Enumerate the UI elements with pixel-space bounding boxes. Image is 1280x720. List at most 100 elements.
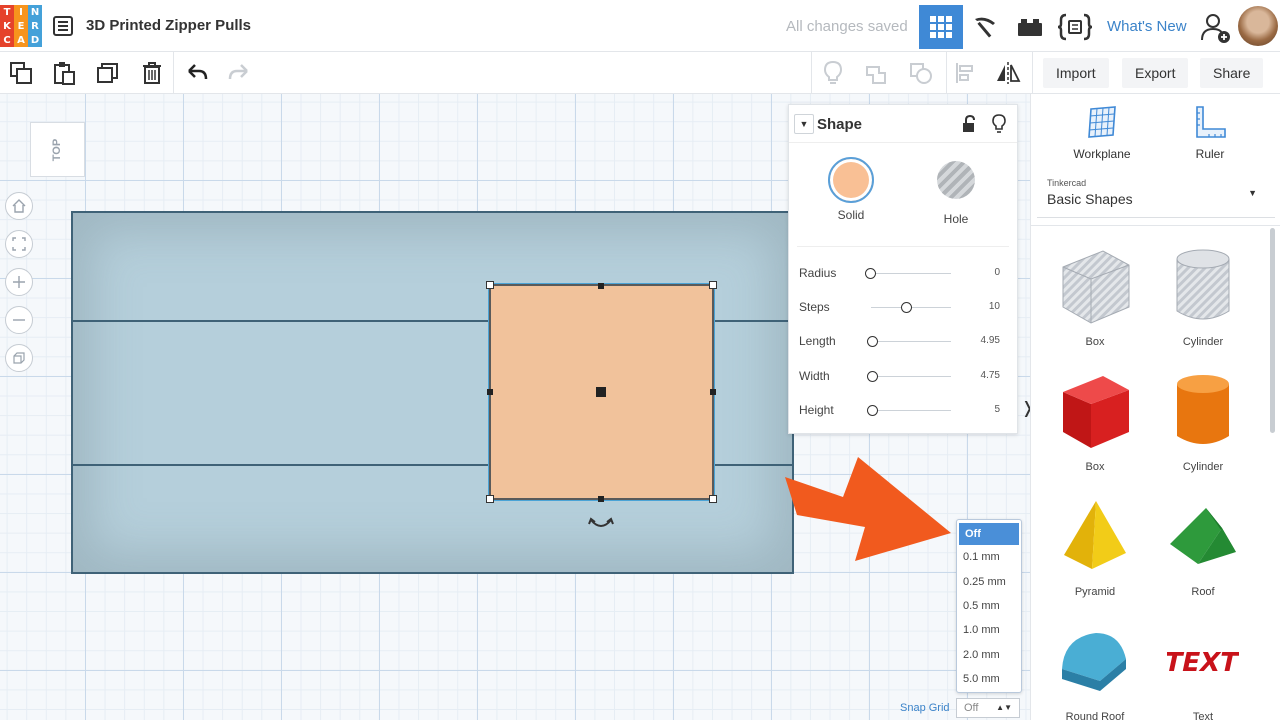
collapse-inspector-button[interactable]: ▼	[794, 114, 814, 134]
view-cube[interactable]: TOP	[30, 122, 85, 177]
designs-list-icon[interactable]	[53, 16, 73, 36]
param-slider-track[interactable]	[871, 341, 951, 342]
user-avatar[interactable]	[1238, 6, 1278, 46]
mirror-button[interactable]	[995, 60, 1021, 86]
rotate-handle[interactable]	[588, 516, 614, 537]
param-height: Height 5	[799, 400, 1004, 420]
resize-handle[interactable]	[486, 495, 494, 503]
design-title[interactable]: 3D Printed Zipper Pulls	[86, 17, 251, 34]
param-slider-knob[interactable]	[866, 336, 878, 347]
snap-grid-option[interactable]: 0.5 mm	[957, 594, 1021, 618]
resize-handle[interactable]	[710, 389, 716, 395]
zoom-out-icon	[13, 319, 25, 321]
param-slider-track[interactable]	[871, 410, 951, 411]
param-label: Height	[799, 403, 834, 417]
snap-grid-option[interactable]: 1.0 mm	[957, 618, 1021, 642]
align-icon	[956, 63, 973, 83]
resize-handle[interactable]	[598, 496, 604, 502]
3d-design-view-button[interactable]	[919, 5, 963, 49]
resize-handle[interactable]	[487, 389, 493, 395]
param-value[interactable]: 10	[989, 301, 1000, 312]
paste-button[interactable]	[51, 60, 77, 86]
redo-icon	[228, 64, 248, 80]
shape-tile-pyramid[interactable]: Pyramid	[1047, 486, 1143, 598]
shape-tile-cylinder-orange[interactable]: Cylinder	[1155, 361, 1251, 473]
shape-library-select[interactable]: Tinkercad Basic Shapes ▼	[1037, 166, 1275, 218]
bricks-view-button[interactable]	[1008, 5, 1052, 49]
export-button[interactable]: Export	[1122, 58, 1189, 88]
zoom-out-button[interactable]	[5, 306, 33, 334]
unlock-icon	[963, 114, 975, 132]
tinkercad-logo[interactable]: TINKERCAD	[0, 5, 42, 47]
resize-handle[interactable]	[598, 283, 604, 289]
zoom-in-button[interactable]	[5, 268, 33, 296]
resize-handle[interactable]	[709, 495, 717, 503]
share-button[interactable]: Share	[1200, 58, 1264, 88]
param-label: Steps	[799, 300, 830, 314]
shape-tile-box-red[interactable]: Box	[1047, 361, 1143, 473]
param-value[interactable]: 5	[994, 404, 1000, 415]
param-slider-track[interactable]	[871, 376, 951, 377]
shape-tile-text[interactable]: TEXT Text	[1155, 611, 1251, 720]
param-slider-knob[interactable]	[866, 371, 878, 382]
param-slider-track[interactable]	[871, 273, 951, 274]
param-value[interactable]: 4.95	[981, 335, 1000, 346]
notes-button[interactable]	[820, 60, 846, 86]
snap-grid-option[interactable]: 2.0 mm	[957, 643, 1021, 667]
param-slider-knob[interactable]	[901, 302, 912, 313]
snap-grid-option[interactable]: 0.1 mm	[957, 545, 1021, 569]
snap-grid-options[interactable]: Off 0.1 mm 0.25 mm 0.5 mm 1.0 mm 2.0 mm 5.0 mm	[956, 519, 1022, 693]
hole-swatch[interactable]	[937, 161, 975, 199]
snap-grid-option[interactable]: 0.25 mm	[957, 569, 1021, 593]
duplicate-button[interactable]	[95, 60, 121, 86]
shape-tile-cylinder-hole[interactable]: Cylinder	[1155, 236, 1251, 348]
light-bulb-icon	[823, 60, 843, 84]
param-width: Width 4.75	[799, 366, 1004, 386]
param-slider-knob[interactable]	[865, 268, 876, 279]
shape-tile-box-hole[interactable]: Box	[1047, 236, 1143, 348]
undo-button[interactable]	[184, 60, 210, 86]
fit-view-button[interactable]	[5, 230, 33, 258]
shape-tile-label: Box	[1085, 461, 1105, 473]
top-bar: TINKERCAD 3D Printed Zipper Pulls All ch…	[0, 0, 1280, 52]
shape-tile-round-roof[interactable]: Round Roof	[1047, 611, 1143, 720]
codeblocks-view-button[interactable]	[1053, 5, 1097, 49]
blocks-view-button[interactable]	[963, 5, 1007, 49]
hole-option[interactable]: Hole	[926, 157, 986, 226]
solid-option[interactable]: Solid	[821, 157, 881, 222]
rotate-arrow-icon	[588, 517, 614, 527]
home-view-button[interactable]	[5, 192, 33, 220]
param-slider-knob[interactable]	[866, 405, 878, 416]
workplane-tool[interactable]: Workplane	[1057, 102, 1147, 161]
redo-button[interactable]	[226, 60, 252, 86]
ruler-tool[interactable]: Ruler	[1165, 102, 1255, 161]
snap-grid-option[interactable]: 5.0 mm	[957, 667, 1021, 691]
resize-handle[interactable]	[709, 281, 717, 289]
copy-button[interactable]	[8, 60, 34, 86]
box-red-icon	[1047, 361, 1143, 461]
add-user-button[interactable]	[1200, 12, 1232, 49]
align-button[interactable]	[953, 60, 979, 86]
box-hole-icon	[1047, 236, 1143, 336]
snap-grid-option[interactable]: Off	[959, 523, 1019, 545]
param-value[interactable]: 0	[994, 267, 1000, 278]
shape-tile-label: Round Roof	[1065, 711, 1125, 720]
hide-button[interactable]	[991, 114, 1007, 139]
solid-color-swatch[interactable]	[828, 157, 874, 203]
ungroup-button[interactable]	[908, 60, 934, 86]
shapes-scrollbar[interactable]	[1270, 228, 1275, 433]
group-button[interactable]	[864, 60, 890, 86]
whats-new-link[interactable]: What's New	[1107, 18, 1187, 35]
snap-grid-select[interactable]: Off ▲▼	[956, 698, 1020, 718]
height-handle[interactable]	[596, 387, 606, 397]
param-value[interactable]: 4.75	[981, 370, 1000, 381]
lock-button[interactable]	[961, 114, 977, 138]
shape-tile-roof[interactable]: Roof	[1155, 486, 1251, 598]
import-button[interactable]: Import	[1043, 58, 1109, 88]
delete-button[interactable]	[139, 60, 165, 86]
ortho-view-button[interactable]	[5, 344, 33, 372]
mirror-icon	[997, 62, 1021, 84]
resize-handle[interactable]	[486, 281, 494, 289]
shape-tile-label: Pyramid	[1074, 586, 1116, 598]
codeblocks-icon	[1058, 13, 1092, 41]
